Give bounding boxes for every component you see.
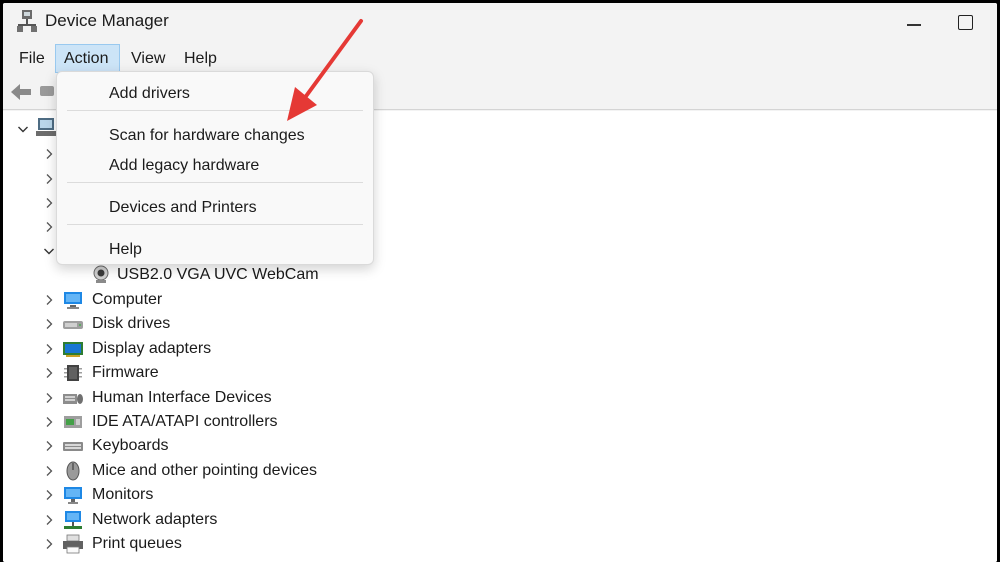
forward-arrow-icon[interactable] [40, 86, 54, 96]
menu-help[interactable]: Help [176, 44, 225, 73]
menu-separator [67, 110, 363, 111]
chevron-right-icon[interactable] [43, 221, 55, 233]
chevron-right-icon[interactable] [43, 514, 55, 526]
menu-action[interactable]: Action [55, 44, 120, 73]
help-item[interactable]: Help [61, 235, 369, 265]
chevron-right-icon[interactable] [43, 294, 55, 306]
back-arrow-icon[interactable] [9, 81, 33, 103]
devices-printers-item[interactable]: Devices and Printers [61, 193, 369, 223]
keyboard-icon [63, 442, 83, 451]
tree-category-row[interactable]: Computer [92, 288, 162, 312]
menu-separator [67, 224, 363, 225]
ide-controller-icon [64, 416, 82, 428]
chevron-right-icon[interactable] [43, 173, 55, 185]
chevron-right-icon[interactable] [43, 148, 55, 160]
tree-category-row[interactable]: Keyboards [92, 434, 169, 458]
tree-category-row[interactable]: Mice and other pointing devices [92, 459, 317, 483]
chevron-down-icon[interactable] [17, 123, 29, 135]
menu-bar: File Action View Help [3, 41, 997, 73]
tree-category-row[interactable]: Disk drives [92, 312, 170, 336]
device-manager-window: Device Manager File Action View Help USB… [3, 3, 997, 562]
chevron-right-icon[interactable] [43, 318, 55, 330]
chevron-right-icon[interactable] [43, 343, 55, 355]
chevron-right-icon[interactable] [43, 367, 55, 379]
chevron-down-icon[interactable] [43, 245, 55, 257]
mouse-icon [66, 461, 80, 481]
tree-category-row[interactable]: IDE ATA/ATAPI controllers [92, 410, 278, 434]
display-adapter-icon [63, 342, 83, 357]
title-bar: Device Manager [3, 3, 997, 43]
hid-icon [63, 394, 83, 404]
chevron-right-icon[interactable] [43, 489, 55, 501]
add-drivers-item[interactable]: Add drivers [61, 79, 369, 109]
network-adapter-icon [64, 511, 82, 529]
maximize-button[interactable] [943, 7, 989, 41]
webcam-icon [93, 265, 109, 283]
scan-hardware-item[interactable]: Scan for hardware changes [61, 121, 369, 151]
chevron-right-icon[interactable] [43, 392, 55, 404]
maximize-icon [958, 15, 973, 30]
firmware-icon [64, 365, 82, 381]
disk-drive-icon [63, 321, 83, 329]
webcam-device[interactable]: USB2.0 VGA UVC WebCam [117, 263, 319, 287]
monitor-icon [64, 487, 82, 504]
window-title: Device Manager [45, 11, 169, 30]
minimize-button[interactable] [891, 7, 937, 41]
tree-category-row[interactable]: Print queues [92, 532, 182, 556]
action-dropdown-menu: Add drivers Scan for hardware changes Ad… [56, 71, 374, 265]
chevron-right-icon[interactable] [43, 440, 55, 452]
computer-icon [64, 292, 82, 309]
menu-view[interactable]: View [123, 44, 173, 73]
computer-root-icon [36, 118, 56, 136]
device-manager-icon [17, 10, 37, 32]
chevron-right-icon[interactable] [43, 416, 55, 428]
tree-category-row[interactable]: Firmware [92, 361, 159, 385]
printer-icon [63, 534, 83, 554]
tree-category-row[interactable]: Monitors [92, 483, 153, 507]
tree-category-row[interactable]: Network adapters [92, 508, 217, 532]
chevron-right-icon[interactable] [43, 197, 55, 209]
add-legacy-hardware-item[interactable]: Add legacy hardware [61, 151, 369, 181]
menu-separator [67, 182, 363, 183]
menu-file[interactable]: File [11, 44, 53, 73]
chevron-right-icon[interactable] [43, 538, 55, 550]
minimize-icon [907, 24, 921, 26]
tree-category-row[interactable]: Human Interface Devices [92, 386, 272, 410]
chevron-right-icon[interactable] [43, 465, 55, 477]
tree-category-row[interactable]: Display adapters [92, 337, 211, 361]
